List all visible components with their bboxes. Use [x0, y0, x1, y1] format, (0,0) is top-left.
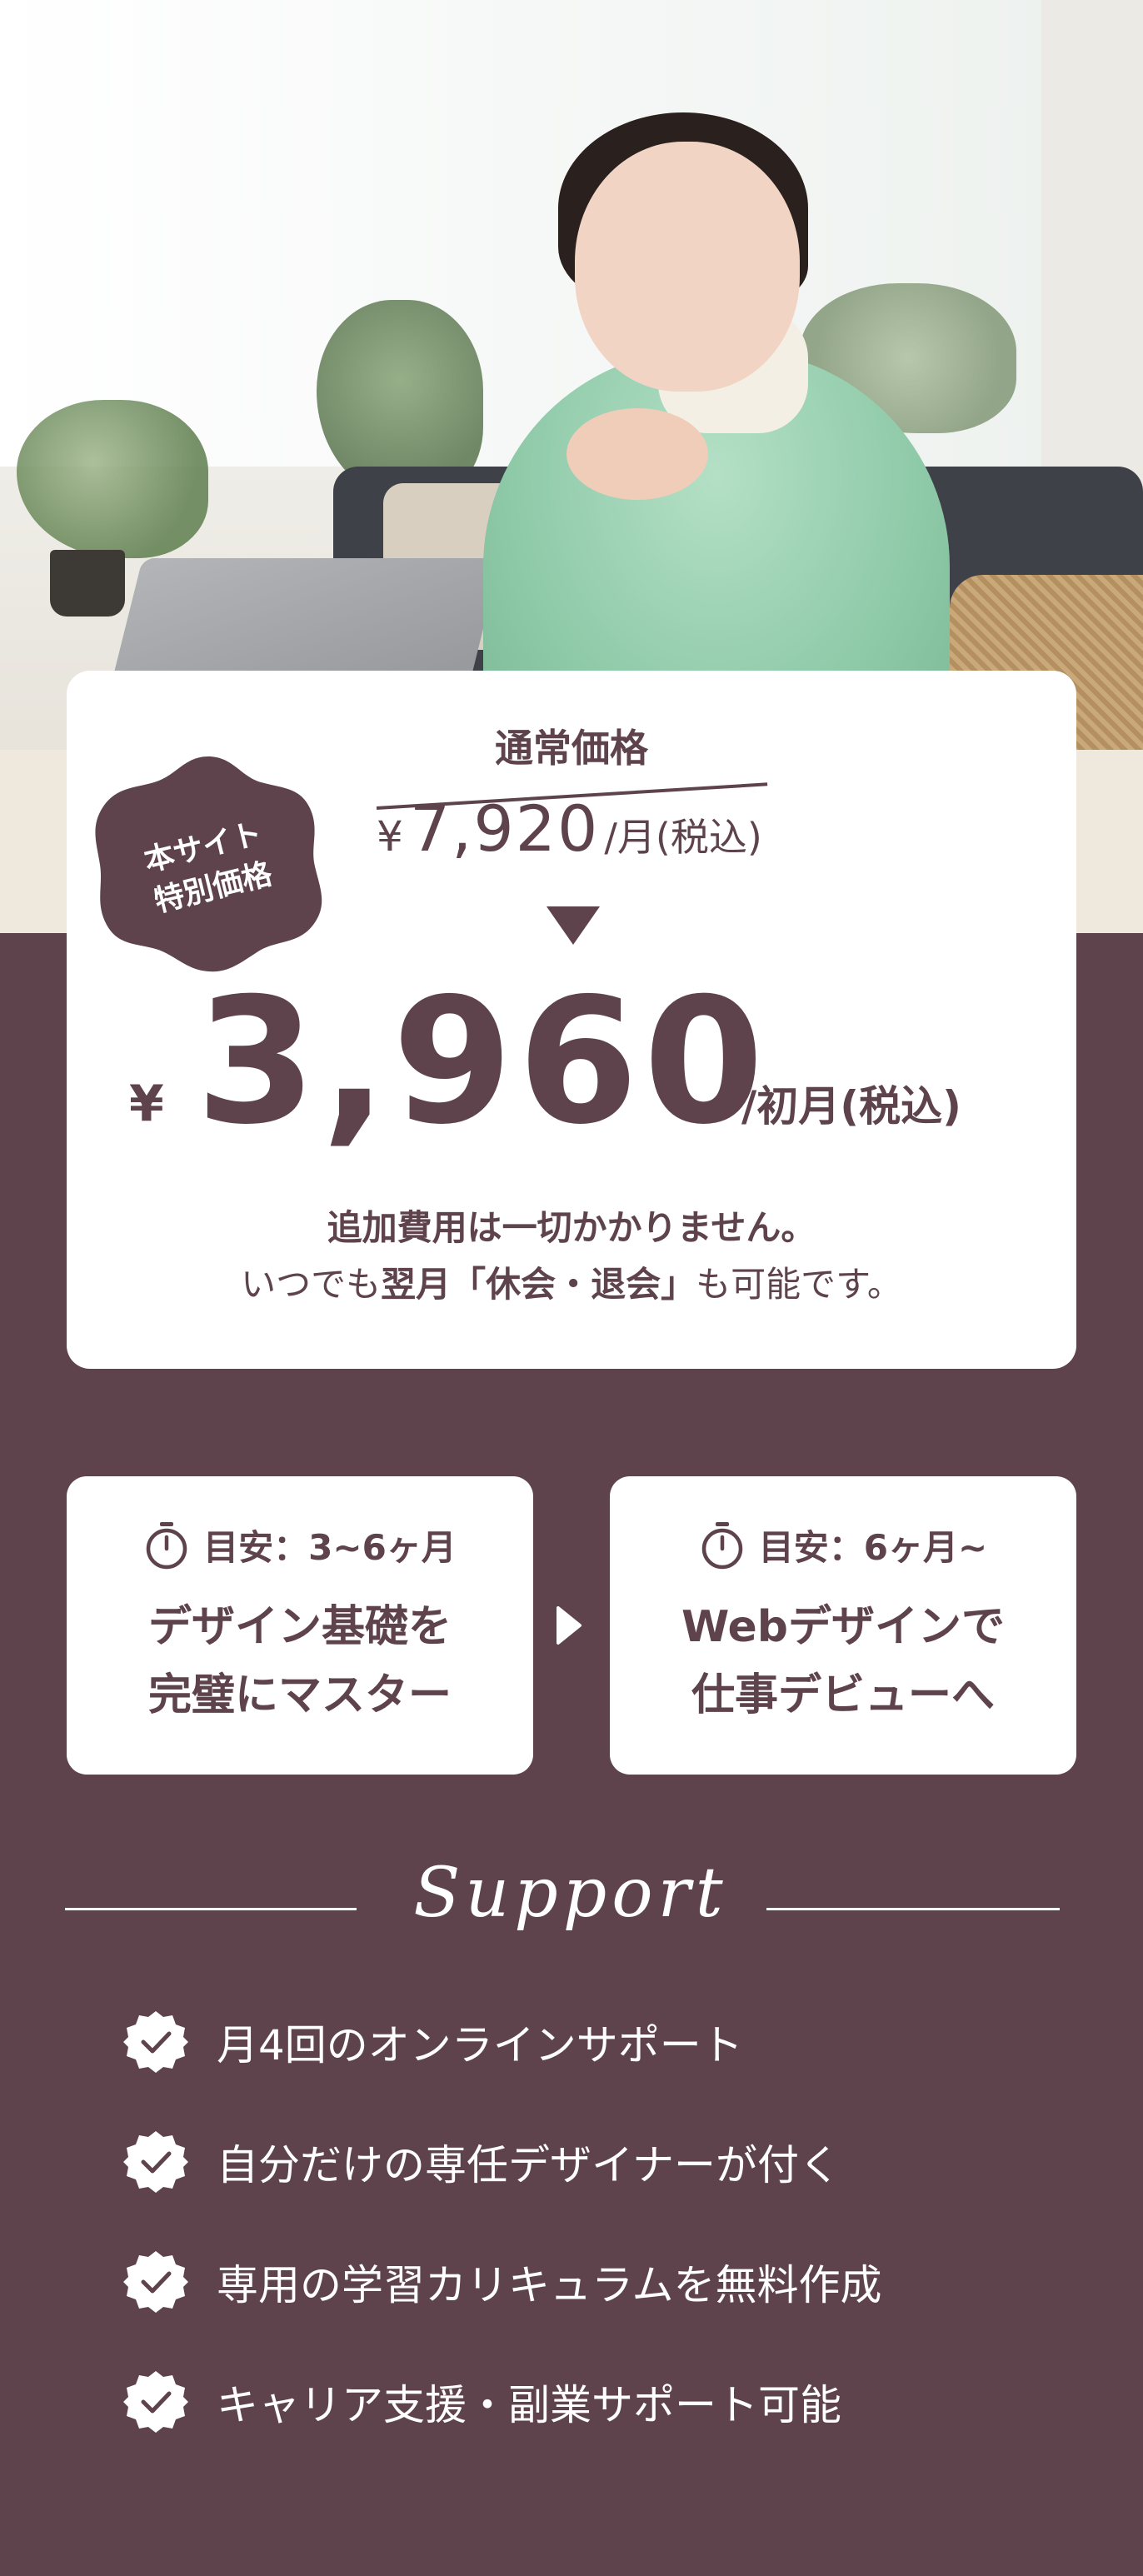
divider: [65, 1908, 357, 1910]
divider: [766, 1908, 1060, 1910]
check-badge-icon: [123, 2371, 188, 2433]
plant: [17, 400, 208, 558]
support-item-label: 自分だけの専任デザイナーが付く: [217, 2141, 841, 2189]
support-item-label: 専用の学習カリキュラムを無料作成: [217, 2261, 882, 2309]
special-price-badge: 本サイト 特別価格: [92, 750, 325, 975]
step-duration: 目安：6ヶ月~: [758, 1527, 988, 1568]
person-hands: [567, 408, 708, 500]
special-amount: 3,960: [196, 961, 769, 1163]
support-item: 自分だけの専任デザイナーが付く: [123, 2131, 882, 2193]
stopwatch-icon: [701, 1521, 743, 1569]
regular-price: ¥ 7,920 /月(税込): [377, 791, 762, 866]
step-duration: 目安：3~6ヶ月: [203, 1527, 457, 1568]
arrow-right-icon: [557, 1606, 581, 1645]
support-item-label: 月4回のオンラインサポート: [217, 2021, 743, 2069]
special-suffix: /初月(税込): [741, 1082, 961, 1131]
stopwatch-icon: [146, 1521, 187, 1569]
step-line1: デザイン基礎を: [147, 1602, 452, 1652]
page: 本サイト 特別価格 通常価格 ¥ 7,920 /月(税込) ¥ 3,960 /初…: [0, 0, 1143, 2576]
regular-currency: ¥: [377, 812, 403, 861]
step-card-basics: 目安：3~6ヶ月 デザイン基礎を 完璧にマスター: [67, 1476, 533, 1775]
no-extra-fee-note: 追加費用は一切かかりません。: [327, 1207, 816, 1248]
support-item: キャリア支援・副業サポート可能: [123, 2371, 882, 2433]
step-line2: 完璧にマスター: [147, 1670, 452, 1720]
person-face: [575, 142, 800, 392]
support-item: 月4回のオンラインサポート: [123, 2011, 882, 2073]
special-currency: ¥: [129, 1075, 164, 1133]
support-heading: Support: [413, 1854, 728, 1933]
pause-cancel-note: いつでも翌月「休会・退会」も可能です。: [241, 1264, 902, 1305]
regular-suffix: /月(税込): [604, 815, 762, 860]
check-badge-icon: [123, 2251, 188, 2313]
arrow-down-icon: [547, 906, 600, 945]
step-line2: 仕事デビューへ: [691, 1670, 995, 1720]
step-line1: Webデザインで: [681, 1602, 1005, 1652]
check-badge-icon: [123, 2011, 188, 2073]
support-item: 専用の学習カリキュラムを無料作成: [123, 2251, 882, 2313]
support-list: 月4回のオンラインサポート 自分だけの専任デザイナーが付く 専用の学習カリキュラ…: [123, 2011, 882, 2492]
regular-price-label: 通常価格: [495, 726, 648, 771]
check-badge-icon: [123, 2131, 188, 2193]
support-item-label: キャリア支援・副業サポート可能: [217, 2381, 841, 2429]
step-card-debut: 目安：6ヶ月~ Webデザインで 仕事デビューへ: [610, 1476, 1076, 1775]
